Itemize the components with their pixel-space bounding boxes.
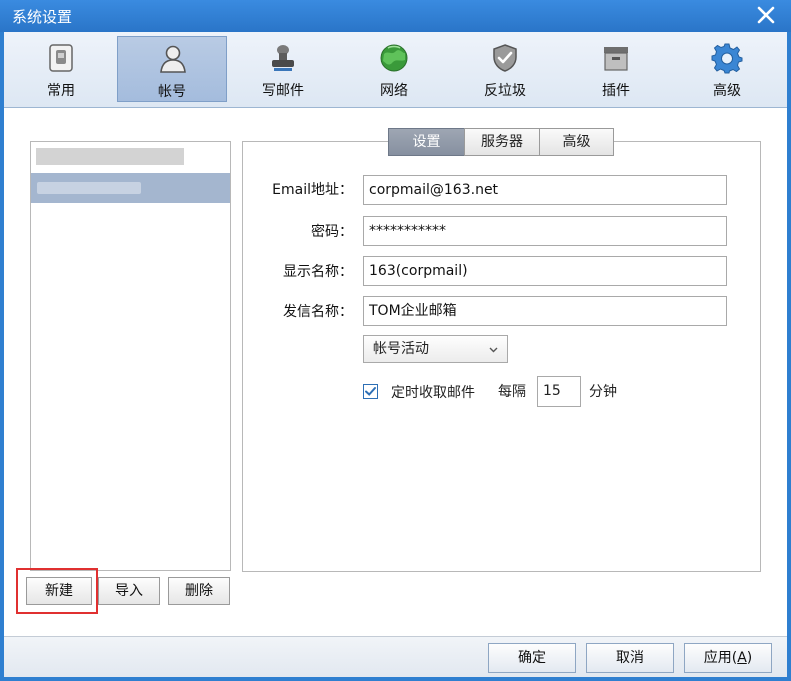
toolbar-label: 反垃圾 (484, 83, 526, 99)
check-icon (365, 387, 376, 396)
stamp-icon (272, 45, 294, 71)
apply-button[interactable]: 应用(A) (684, 643, 772, 673)
settings-toolbar: 常用 帐号 写邮件 网络 反垃圾 插件 高级 (4, 32, 787, 108)
every-label: 每隔 (498, 384, 526, 400)
delete-account-button[interactable]: 删除 (168, 577, 230, 605)
toolbar-item-antispam[interactable]: 反垃圾 (450, 36, 560, 102)
auto-fetch-checkbox[interactable] (363, 384, 378, 399)
toolbar-item-plugins[interactable]: 插件 (561, 36, 671, 102)
account-list-item[interactable] (36, 148, 184, 165)
tab-server[interactable]: 服务器 (464, 128, 540, 156)
chevron-down-icon (489, 347, 498, 353)
account-list-item-selected[interactable] (31, 173, 230, 203)
account-status-select[interactable]: 帐号活动 (363, 335, 508, 363)
redacted-account-name (37, 182, 141, 194)
toolbar-item-advanced[interactable]: 高级 (672, 36, 782, 102)
cancel-button[interactable]: 取消 (586, 643, 674, 673)
globe-icon (380, 44, 408, 72)
apply-shortcut-key: A (737, 650, 747, 666)
toolbar-label: 插件 (602, 83, 630, 99)
account-status-value: 帐号活动 (373, 341, 429, 357)
apply-label-prefix: 应用( (703, 650, 738, 666)
new-button-highlight (16, 568, 98, 614)
close-icon[interactable] (755, 4, 777, 26)
toolbar-label: 网络 (380, 83, 408, 99)
shield-icon (493, 44, 517, 72)
ok-button[interactable]: 确定 (488, 643, 576, 673)
toolbar-item-network[interactable]: 网络 (339, 36, 449, 102)
window-title: 系统设置 (12, 8, 73, 26)
tab-advanced[interactable]: 高级 (539, 128, 614, 156)
password-field[interactable]: *********** (363, 216, 727, 246)
box-icon (604, 47, 628, 71)
email-field[interactable]: corpmail@163.net (363, 175, 727, 205)
toolbar-item-account[interactable]: 帐号 (117, 36, 227, 102)
title-bar: 系统设置 (0, 0, 791, 32)
user-icon (160, 45, 186, 73)
settings-content: 新建 导入 删除 设置 服务器 高级 Email地址： corpmail@163… (4, 108, 787, 636)
auto-fetch-label: 定时收取邮件 (391, 385, 475, 401)
toolbar-label: 帐号 (158, 84, 186, 100)
toolbar-label: 高级 (713, 83, 741, 99)
account-list[interactable] (30, 141, 231, 571)
toolbar-label: 常用 (47, 83, 75, 99)
password-label: 密码： (311, 224, 353, 240)
toolbar-item-general[interactable]: 常用 (6, 36, 116, 102)
toolbar-label: 写邮件 (262, 83, 304, 99)
display-name-label: 显示名称： (283, 264, 353, 280)
interval-unit-label: 分钟 (589, 384, 617, 400)
email-label: Email地址： (272, 182, 353, 198)
sender-name-field[interactable]: TOM企业邮箱 (363, 296, 727, 326)
settings-window: 系统设置 常用 帐号 写邮件 网络 反垃圾 插件 高级 新建 导入 删除 设置 … (0, 0, 791, 681)
tab-settings[interactable]: 设置 (388, 128, 465, 156)
phone-icon (49, 44, 73, 72)
gear-icon (711, 43, 743, 74)
toolbar-item-compose[interactable]: 写邮件 (228, 36, 338, 102)
apply-label-suffix: ) (746, 650, 753, 666)
fetch-interval-input[interactable]: 15 (537, 376, 581, 407)
display-name-field[interactable]: 163(corpmail) (363, 256, 727, 286)
sender-name-label: 发信名称： (283, 304, 353, 320)
dialog-footer: 确定 取消 应用(A) (4, 636, 787, 677)
import-account-button[interactable]: 导入 (98, 577, 160, 605)
